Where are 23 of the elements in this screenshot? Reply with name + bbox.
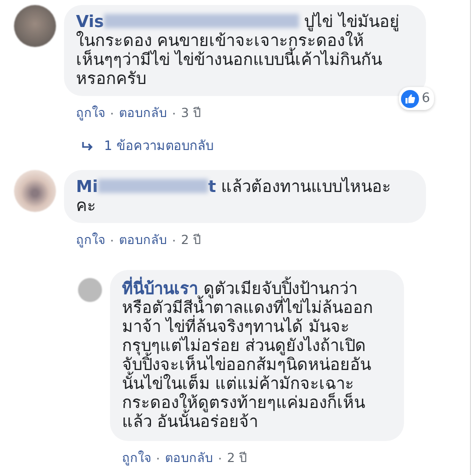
action-link[interactable]: ตอบกลับ [118, 230, 167, 250]
timestamp[interactable]: 2 ปี [180, 230, 201, 250]
action-link[interactable]: ตอบกลับ [118, 103, 167, 123]
avatar[interactable] [14, 5, 56, 47]
separator-dot: · [218, 450, 222, 466]
action-link[interactable]: ถูกใจ [76, 230, 105, 250]
comment-text: ที่นี่บ้านเรา ดูตัวเมียจับปิ้งป้านกว่าหรือตัวมีสีน้ำตาลแดงที่ไข่ไม่ล้นออกมาจ้า ไข่ที่ล้นจริงๆทานได้ มันจะกรุบๆแต่ไม่อร่อย ส่วนดูยังไงถ้าเปิดจับปิ้งจะเห็นไข่ออกส้มๆนิดหน่อยอันนั้นไข่ในเต็ม แต่แม่ค้ามักจะเฉาะกระดองให้ดูตรงท้ายๆแค่มองก็เห็นแล้ว อันนั้นอร่อยจ้า [122, 279, 380, 431]
avatar[interactable] [14, 170, 56, 212]
separator-dot: · [110, 106, 114, 120]
timestamp[interactable]: 2 ปี [226, 448, 247, 468]
comment-text: Mi t แล้วต้องทานแบบไหนอะคะ [76, 177, 392, 215]
action-link[interactable]: ตอบกลับ [164, 448, 213, 468]
timestamp[interactable]: 3 ปี [180, 103, 201, 123]
action-link[interactable]: ถูกใจ [122, 448, 151, 468]
separator-dot: · [156, 450, 160, 466]
reply-arrow-icon [82, 140, 94, 150]
separator-dot: · [172, 106, 176, 120]
reaction-count[interactable]: 6 [398, 87, 434, 110]
separator-dot: · [110, 232, 114, 248]
action-link[interactable]: ถูกใจ [76, 103, 105, 123]
comment-text: Vis ปูไข่ ไข่มันอยู่ในกระดอง คนขายเข้าจะเจาะกระดองให้เห็นๆๆว่ามีไข่ ไข่ข้างนอกแบบนี้เค้าไม่กินกันหรอกครับ [76, 12, 400, 88]
view-replies-link[interactable]: 1 ข้อความตอบกลับ [0, 123, 470, 170]
separator-dot: · [172, 232, 176, 248]
